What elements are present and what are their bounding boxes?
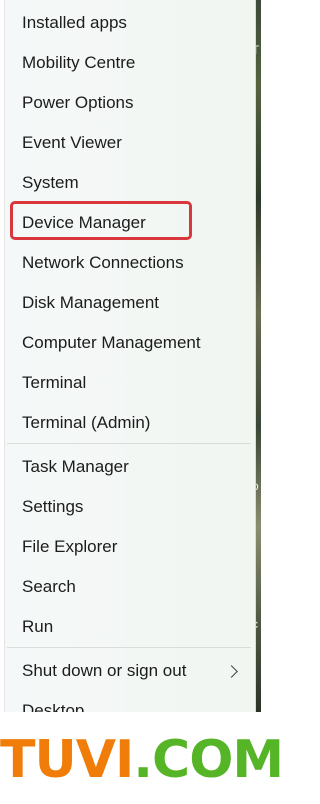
menu-item-label: Event Viewer <box>22 133 122 152</box>
menu-item-label: Desktop <box>22 701 85 712</box>
menu-item-label: Mobility Centre <box>22 53 136 72</box>
device-manager-highlight-box <box>10 201 192 240</box>
menu-item-power-options[interactable]: Power Options <box>5 83 255 123</box>
menu-item-label: Terminal <box>22 373 87 392</box>
watermark-logo: TUVI.COM <box>0 730 284 790</box>
menu-item-label: Computer Management <box>22 333 201 352</box>
menu-item-mobility-centre[interactable]: Mobility Centre <box>5 43 255 83</box>
menu-item-settings[interactable]: Settings <box>5 487 255 527</box>
menu-item-label: Task Manager <box>22 457 129 476</box>
menu-item-network-connections[interactable]: Network Connections <box>5 243 255 283</box>
menu-item-label: Settings <box>22 497 84 516</box>
menu-item-label: Power Options <box>22 93 134 112</box>
menu-item-shut-down-or-sign-out[interactable]: Shut down or sign out <box>5 651 255 691</box>
menu-item-system[interactable]: System <box>5 163 255 203</box>
menu-separator <box>7 443 251 444</box>
power-user-menu: Installed apps Mobility Centre Power Opt… <box>4 0 256 712</box>
menu-item-task-manager[interactable]: Task Manager <box>5 447 255 487</box>
menu-item-label: Search <box>22 577 76 596</box>
menu-item-label: System <box>22 173 79 192</box>
menu-item-search[interactable]: Search <box>5 567 255 607</box>
menu-item-label: Terminal (Admin) <box>22 413 151 432</box>
menu-item-label: Disk Management <box>22 293 160 312</box>
chevron-right-icon <box>225 664 238 678</box>
menu-item-label: Installed apps <box>22 13 127 32</box>
menu-item-label: Network Connections <box>22 253 184 272</box>
menu-item-installed-apps[interactable]: Installed apps <box>5 3 255 43</box>
menu-item-file-explorer[interactable]: File Explorer <box>5 527 255 567</box>
menu-item-terminal[interactable]: Terminal <box>5 363 255 403</box>
watermark-text-tuvi: TUVI <box>0 730 134 790</box>
menu-item-disk-management[interactable]: Disk Management <box>5 283 255 323</box>
menu-item-label: File Explorer <box>22 537 118 556</box>
menu-item-event-viewer[interactable]: Event Viewer <box>5 123 255 163</box>
menu-item-label: Shut down or sign out <box>22 661 187 680</box>
watermark-text-com: .COM <box>133 730 284 790</box>
menu-item-computer-management[interactable]: Computer Management <box>5 323 255 363</box>
menu-item-label: Run <box>22 617 54 636</box>
menu-item-terminal-admin[interactable]: Terminal (Admin) <box>5 403 255 443</box>
menu-separator <box>7 647 251 648</box>
watermark: TUVI.COM <box>0 712 284 804</box>
menu-item-run[interactable]: Run <box>5 607 255 647</box>
menu-item-desktop[interactable]: Desktop <box>5 691 255 712</box>
